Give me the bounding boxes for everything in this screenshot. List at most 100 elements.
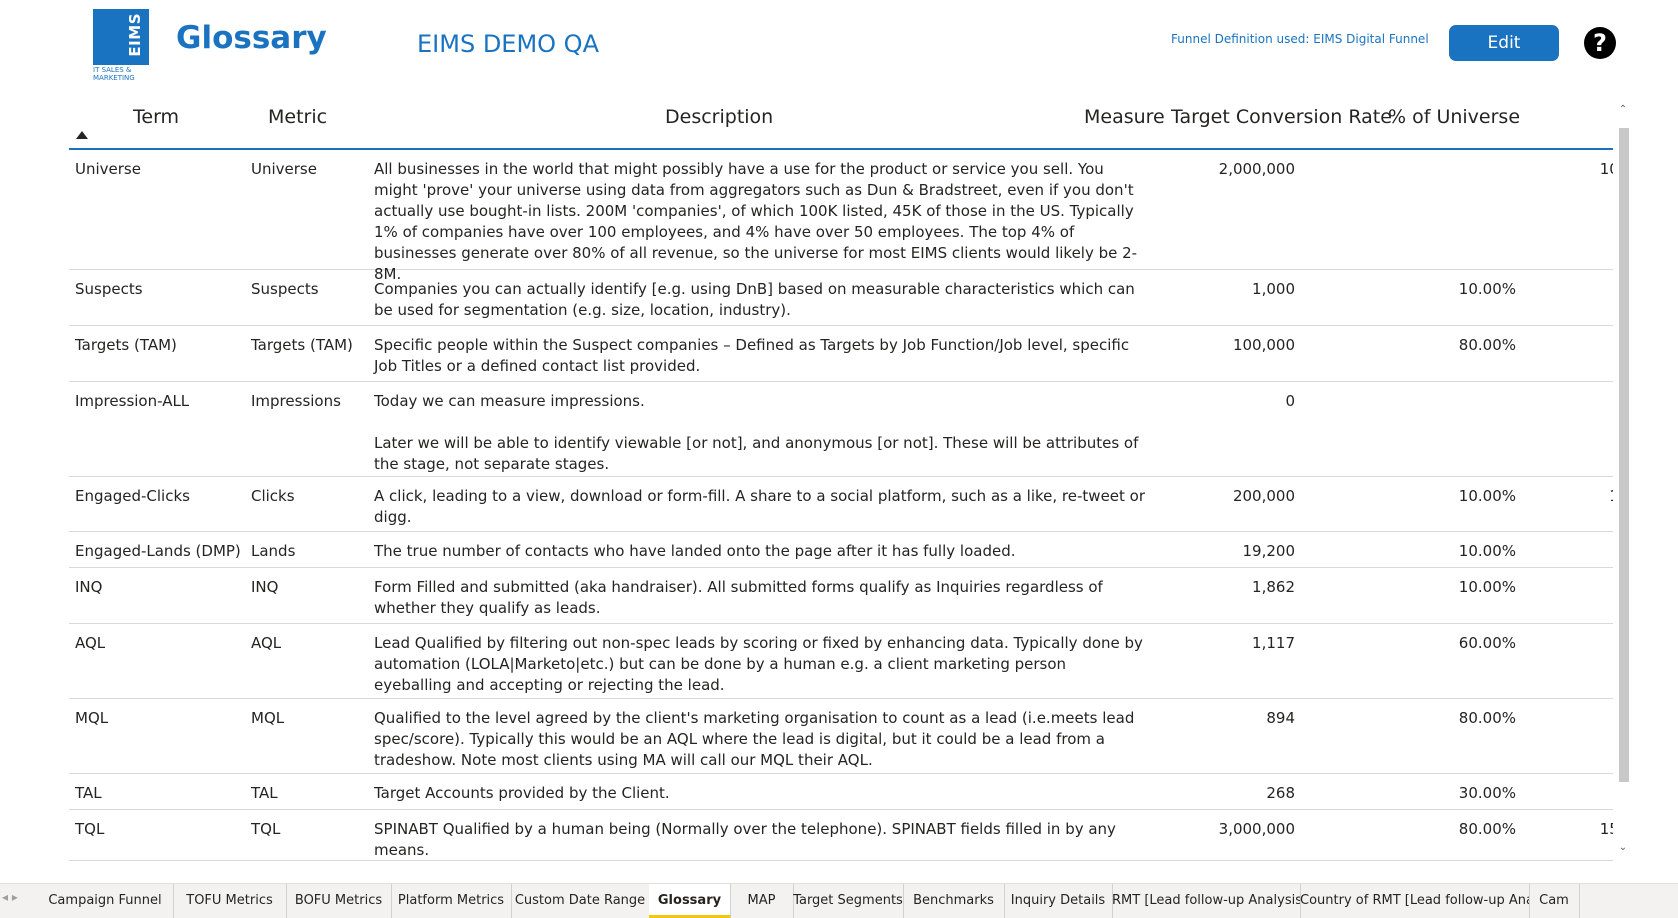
- description-cell: Specific people within the Suspect compa…: [374, 336, 1130, 375]
- table-row[interactable]: TQL TQL SPINABT Qualified by a human being…: [69, 810, 1613, 861]
- table-row[interactable]: AQL AQL Lead Qualified by filtering out no…: [69, 624, 1613, 699]
- column-header-percent-of-universe[interactable]: % of Universe: [1388, 106, 1520, 128]
- column-header-term[interactable]: Term: [133, 106, 179, 128]
- target-conversion-rate-cell: 80.00%: [1458, 709, 1516, 727]
- term-cell: Engaged-Lands (DMP): [75, 542, 241, 560]
- logo-mark: EIMS: [93, 9, 149, 65]
- table-row[interactable]: Engaged-Clicks Clicks A click, leading to …: [69, 477, 1613, 532]
- tab-map[interactable]: MAP: [730, 884, 794, 918]
- target-conversion-rate-cell: 10.00%: [1458, 578, 1516, 596]
- tab-nav-arrows-icon[interactable]: ◂ ▸: [2, 890, 36, 904]
- description-cell: Qualified to the level agreed by the cli…: [374, 709, 1135, 769]
- description-cell: All businesses in the world that might p…: [374, 160, 1138, 283]
- metric-cell: AQL: [251, 634, 282, 652]
- column-header-measure[interactable]: Measure: [1084, 106, 1165, 128]
- description-cell: Target Accounts provided by the Client.: [374, 784, 670, 802]
- measure-cell: 200,000: [1232, 487, 1295, 505]
- target-conversion-rate-cell: 80.00%: [1458, 336, 1516, 354]
- page-title: Glossary: [176, 20, 327, 56]
- page-tab-bar: ◂ ▸ Campaign Funnel TOFU Metrics BOFU Metr…: [0, 883, 1678, 918]
- vertical-scrollbar[interactable]: ⌃ ⌄: [1617, 104, 1629, 853]
- tab-glossary[interactable]: Glossary: [649, 884, 731, 918]
- percent-of-universe-cell: 0.093%: [1519, 577, 1613, 598]
- percent-of-universe-cell: 0.050%: [1519, 279, 1613, 300]
- tab-tofu-metrics[interactable]: TOFU Metrics: [173, 884, 287, 918]
- description-cell: SPINABT Qualified by a human being (Norm…: [374, 820, 1116, 859]
- percent-of-universe-cell: 150.000%: [1599, 820, 1613, 838]
- tab-country-of-rmt-lead-follow-up-analysis[interactable]: Country of RMT [Lead follow-up Analysis]: [1300, 884, 1530, 918]
- tab-target-segments[interactable]: Target Segments: [793, 884, 904, 918]
- metric-cell: TQL: [251, 820, 281, 838]
- column-header-target-conversion-rate[interactable]: Target Conversion Rate: [1171, 106, 1392, 128]
- metric-cell: Targets (TAM): [251, 336, 353, 354]
- table-row[interactable]: Impression-ALL Impressions Today we can me…: [69, 382, 1613, 477]
- description-cell: Companies you can actually identify [e.g…: [374, 280, 1135, 319]
- percent-of-universe-cell: 0.045%: [1519, 708, 1613, 729]
- table-row[interactable]: Suspects Suspects Companies you can actual…: [69, 270, 1613, 326]
- scroll-up-icon[interactable]: ⌃: [1617, 104, 1629, 115]
- percent-of-universe-cell: 0.960%: [1519, 541, 1613, 562]
- edit-button[interactable]: Edit: [1449, 25, 1559, 61]
- term-cell: INQ: [75, 578, 103, 596]
- metric-cell: TAL: [251, 784, 278, 802]
- measure-cell: 2,000,000: [1218, 160, 1295, 178]
- term-cell: TAL: [75, 784, 102, 802]
- target-conversion-rate-cell: 60.00%: [1458, 634, 1516, 652]
- target-conversion-rate-cell: 80.00%: [1458, 820, 1516, 838]
- help-icon[interactable]: ?: [1584, 27, 1616, 59]
- table-header: Term Metric Description Measure Target C…: [69, 95, 1613, 150]
- percent-of-universe-cell: 0.056%: [1519, 633, 1613, 654]
- target-conversion-rate-cell: 10.00%: [1458, 542, 1516, 560]
- measure-cell: 3,000,000: [1218, 820, 1295, 838]
- scroll-down-icon[interactable]: ⌄: [1617, 842, 1629, 853]
- term-cell: Universe: [75, 160, 141, 178]
- measure-cell: 894: [1266, 709, 1295, 727]
- description-cell: Today we can measure impressions. Later …: [374, 392, 1139, 473]
- term-cell: Targets (TAM): [75, 336, 177, 354]
- measure-cell: 0: [1285, 392, 1295, 410]
- measure-cell: 100,000: [1232, 336, 1295, 354]
- term-cell: AQL: [75, 634, 106, 652]
- term-cell: TQL: [75, 820, 105, 838]
- tab-benchmarks[interactable]: Benchmarks: [903, 884, 1005, 918]
- metric-cell: Universe: [251, 160, 317, 178]
- target-conversion-rate-cell: 10.00%: [1458, 487, 1516, 505]
- logo-mark-text: EIMS: [126, 13, 144, 57]
- table-row[interactable]: Engaged-Lands (DMP) Lands The true number …: [69, 532, 1613, 568]
- column-header-description[interactable]: Description: [665, 106, 773, 128]
- table-body: Universe Universe All businesses in the wo…: [69, 150, 1613, 861]
- measure-cell: 1,000: [1252, 280, 1295, 298]
- description-cell: A click, leading to a view, download or …: [374, 487, 1146, 526]
- glossary-table: Term Metric Description Measure Target C…: [69, 95, 1613, 885]
- tab-custom-date-range[interactable]: Custom Date Range: [511, 884, 650, 918]
- table-row[interactable]: TAL TAL Target Accounts provided by the Cl…: [69, 774, 1613, 810]
- table-row[interactable]: MQL MQL Qualified to the level agreed by t…: [69, 699, 1613, 774]
- sort-ascending-icon[interactable]: [76, 131, 88, 139]
- description-cell: Lead Qualified by filtering out non-spec…: [374, 634, 1143, 694]
- measure-cell: 268: [1266, 784, 1295, 802]
- term-cell: Engaged-Clicks: [75, 487, 190, 505]
- table-row[interactable]: Targets (TAM) Targets (TAM) Specific peopl…: [69, 326, 1613, 382]
- table-row[interactable]: INQ INQ Form Filled and submitted (aka han…: [69, 568, 1613, 624]
- scrollbar-thumb[interactable]: [1619, 128, 1629, 782]
- logo-tagline: IT SALES & MARKETING: [93, 66, 135, 82]
- tab-campaign-funnel[interactable]: Campaign Funnel: [37, 884, 174, 918]
- tab-inquiry-details[interactable]: Inquiry Details: [1004, 884, 1113, 918]
- measure-cell: 1,117: [1252, 634, 1295, 652]
- percent-of-universe-cell: 0.000%: [1519, 391, 1613, 412]
- metric-cell: Suspects: [251, 280, 319, 298]
- tab-bofu-metrics[interactable]: BOFU Metrics: [286, 884, 392, 918]
- column-header-metric[interactable]: Metric: [268, 106, 327, 128]
- tab-platform-metrics[interactable]: Platform Metrics: [391, 884, 512, 918]
- description-cell: Form Filled and submitted (aka handraise…: [374, 578, 1103, 617]
- target-conversion-rate-cell: 10.00%: [1458, 280, 1516, 298]
- measure-cell: 19,200: [1242, 542, 1296, 560]
- tab-rmt-lead-follow-up-analysis[interactable]: RMT [Lead follow-up Analysis]: [1112, 884, 1301, 918]
- report-name: EIMS DEMO QA: [417, 30, 599, 58]
- tab-cam[interactable]: Cam: [1529, 884, 1580, 918]
- metric-cell: MQL: [251, 709, 285, 727]
- metric-cell: Impressions: [251, 392, 341, 410]
- percent-of-universe-cell: 0.013%: [1519, 783, 1613, 804]
- metric-cell: Lands: [251, 542, 296, 560]
- table-row[interactable]: Universe Universe All businesses in the wo…: [69, 150, 1613, 283]
